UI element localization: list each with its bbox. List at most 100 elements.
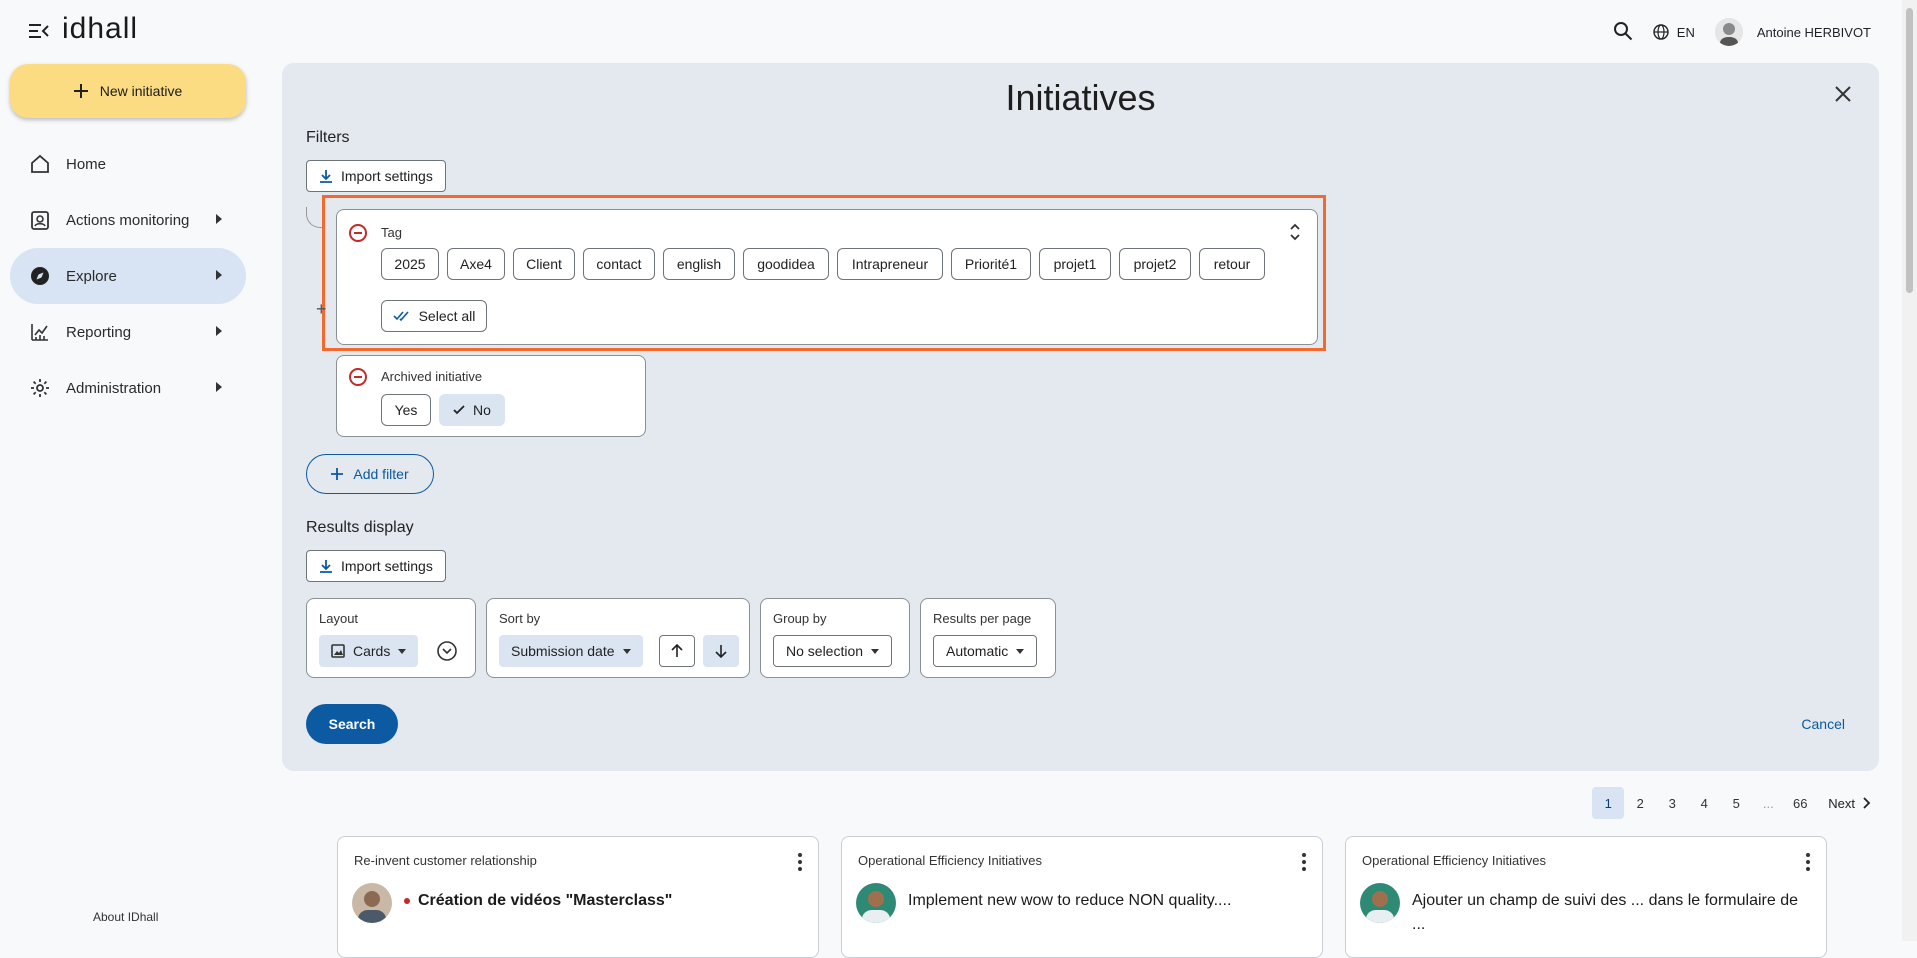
- archived-no-chip[interactable]: No: [439, 394, 505, 426]
- sidebar-item-actions-monitoring[interactable]: Actions monitoring: [10, 192, 246, 248]
- import-settings-button[interactable]: Import settings: [306, 160, 446, 192]
- search-button[interactable]: Search: [306, 704, 398, 744]
- tag-chip[interactable]: contact: [583, 248, 655, 280]
- user-menu[interactable]: Antoine HERBIVOT: [1714, 18, 1871, 46]
- sidebar-item-reporting[interactable]: Reporting: [10, 304, 246, 360]
- group-dropdown[interactable]: No selection: [773, 635, 893, 667]
- new-initiative-button[interactable]: New initiative: [10, 64, 246, 118]
- menu-collapse-icon[interactable]: [28, 22, 50, 40]
- tag-chip[interactable]: Priorité1: [951, 248, 1031, 280]
- download-icon: [320, 170, 332, 183]
- filters-title: Filters: [306, 129, 350, 146]
- card-title-text: Création de vidéos "Masterclass": [418, 892, 673, 909]
- tag-chip[interactable]: Intrapreneur: [837, 248, 943, 280]
- initiative-card[interactable]: Operational Efficiency Initiatives Imple…: [841, 836, 1323, 958]
- sidebar-item-label: Explore: [66, 267, 117, 285]
- sort-ascending-button[interactable]: [659, 635, 695, 667]
- avatar: [1360, 883, 1400, 923]
- sidebar-item-label: Home: [66, 155, 107, 173]
- gear-icon: [28, 376, 52, 400]
- sort-descending-button[interactable]: [703, 635, 739, 667]
- layout-dropdown[interactable]: Cards: [319, 635, 419, 667]
- sidebar-item-administration[interactable]: Administration: [10, 360, 246, 416]
- sidebar-item-label: Reporting: [66, 323, 132, 341]
- language-label: EN: [1676, 24, 1695, 40]
- check-icon: [453, 405, 465, 415]
- import-settings-label: Import settings: [341, 168, 433, 184]
- chevron-right-icon: [1863, 797, 1871, 809]
- app-logo[interactable]: idhall: [62, 12, 138, 46]
- globe-icon: [1653, 24, 1669, 40]
- tag-chip[interactable]: projet2: [1119, 248, 1191, 280]
- scrollbar-thumb[interactable]: [1906, 8, 1913, 293]
- tag-chip[interactable]: retour: [1199, 248, 1265, 280]
- initiative-card[interactable]: Operational Efficiency Initiatives Ajout…: [1345, 836, 1827, 958]
- tag-chip[interactable]: english: [663, 248, 735, 280]
- page-4[interactable]: 4: [1688, 787, 1720, 819]
- sidebar-item-home[interactable]: Home: [10, 136, 246, 192]
- scrollbar[interactable]: [1902, 0, 1917, 941]
- plus-icon: [73, 84, 88, 98]
- caret-down-icon: [622, 648, 631, 654]
- card-title: Implement new wow to reduce NON quality.…: [908, 892, 1232, 909]
- more-vert-icon[interactable]: [1302, 853, 1306, 871]
- select-all-label: Select all: [418, 308, 476, 324]
- more-vert-icon[interactable]: [798, 853, 802, 871]
- expand-collapse-icon[interactable]: [1289, 222, 1301, 247]
- page-last[interactable]: 66: [1784, 787, 1816, 819]
- tag-filter-label: Tag: [381, 225, 402, 240]
- select-all-button[interactable]: Select all: [381, 300, 487, 332]
- sort-label: Sort by: [499, 611, 541, 626]
- archived-filter: Archived initiative Yes No: [336, 355, 646, 437]
- more-vert-icon[interactable]: [1806, 853, 1810, 871]
- download-icon: [320, 560, 332, 573]
- card-title: Création de vidéos "Masterclass": [404, 889, 804, 913]
- add-subfilter-icon[interactable]: +: [316, 299, 327, 320]
- card-category: Operational Efficiency Initiatives: [1362, 853, 1547, 868]
- tag-chip[interactable]: projet1: [1039, 248, 1111, 280]
- page-2[interactable]: 2: [1624, 787, 1656, 819]
- per-page-value: Automatic: [946, 643, 1009, 659]
- new-initiative-label: New initiative: [99, 83, 183, 99]
- next-page-button[interactable]: Next: [1828, 796, 1871, 811]
- tag-chip[interactable]: Axe4: [447, 248, 505, 280]
- caret-down-icon: [1016, 648, 1025, 654]
- double-check-icon: [393, 311, 409, 322]
- tag-chip[interactable]: goodidea: [743, 248, 829, 280]
- card-category: Re-invent customer relationship: [354, 853, 537, 868]
- search-icon[interactable]: [1613, 21, 1633, 44]
- initiative-card[interactable]: Re-invent customer relationship Création…: [337, 836, 819, 958]
- import-settings-button[interactable]: Import settings: [306, 550, 446, 582]
- about-link[interactable]: About IDhall: [93, 910, 158, 924]
- caret-right-icon: [216, 270, 222, 280]
- cancel-button[interactable]: Cancel: [1801, 716, 1845, 732]
- caret-down-icon: [871, 648, 880, 654]
- top-bar: idhall EN Antoine HERBIVOT: [0, 0, 1917, 62]
- per-page-dropdown[interactable]: Automatic: [933, 635, 1038, 667]
- caret-down-icon: [398, 648, 407, 654]
- card-category: Operational Efficiency Initiatives: [858, 853, 1043, 868]
- unread-indicator: [404, 897, 410, 904]
- sort-dropdown[interactable]: Submission date: [499, 635, 643, 667]
- page-3[interactable]: 3: [1656, 787, 1688, 819]
- page-1[interactable]: 1: [1592, 787, 1625, 819]
- tag-chip[interactable]: Client: [513, 248, 575, 280]
- layout-value: Cards: [353, 643, 391, 659]
- remove-filter-icon[interactable]: [349, 368, 367, 386]
- compass-icon: [28, 264, 52, 288]
- avatar: [352, 883, 392, 923]
- tag-chip[interactable]: 2025: [381, 248, 439, 280]
- sidebar-item-label: Actions monitoring: [66, 211, 190, 229]
- remove-filter-icon[interactable]: [349, 224, 367, 242]
- close-icon[interactable]: [1835, 81, 1851, 109]
- chevron-circle-icon[interactable]: [437, 641, 457, 666]
- caret-right-icon: [216, 326, 222, 336]
- page-5[interactable]: 5: [1720, 787, 1752, 819]
- archived-yes-chip[interactable]: Yes: [381, 394, 431, 426]
- card-title: Ajouter un champ de suivi des ... dans l…: [1412, 892, 1798, 933]
- avatar: [856, 883, 896, 923]
- image-icon: [331, 644, 345, 658]
- language-selector[interactable]: EN: [1653, 24, 1695, 40]
- sidebar-item-explore[interactable]: Explore: [10, 248, 246, 304]
- add-filter-button[interactable]: Add filter: [306, 454, 434, 494]
